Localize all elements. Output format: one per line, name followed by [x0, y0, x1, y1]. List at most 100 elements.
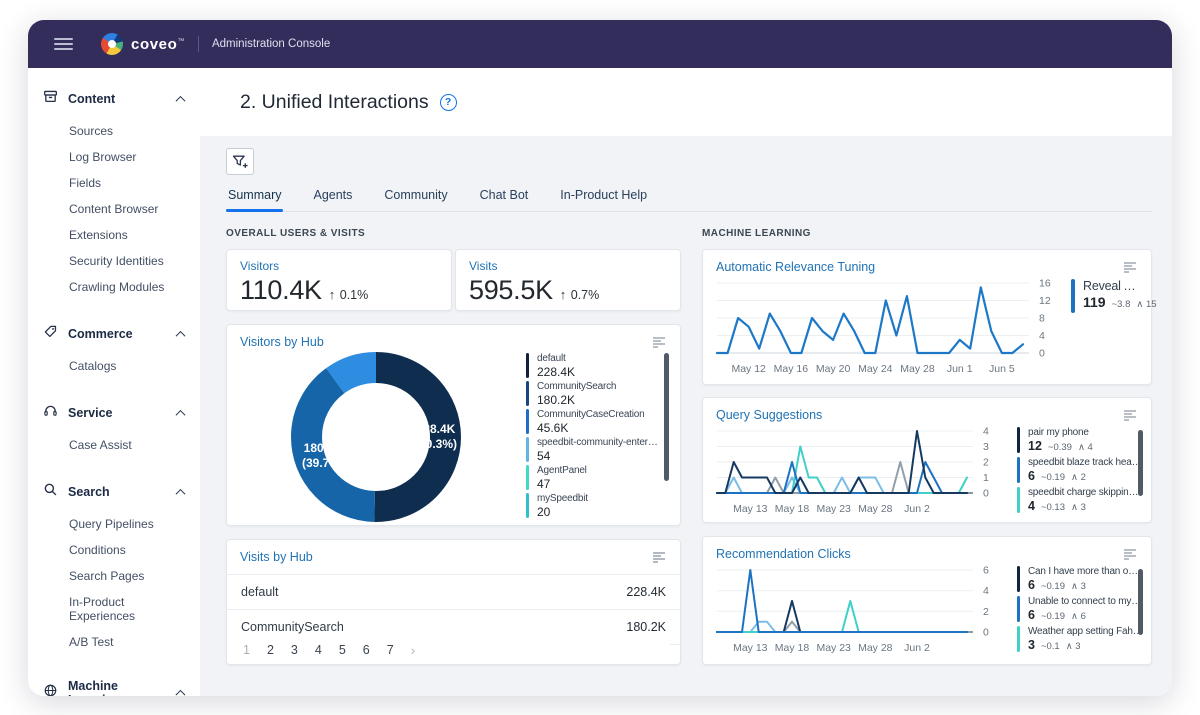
pagination-page-1[interactable]: 1	[243, 643, 250, 657]
query-suggestions-panel: Query Suggestions 4 3 2 1 0 May 13 May 18 May 2…	[702, 397, 1152, 523]
add-filter-button[interactable]	[226, 148, 254, 175]
hamburger-menu-icon[interactable]	[52, 34, 75, 54]
stat-value-row: 110.4K ↑ 0.1%	[240, 275, 438, 306]
panel-export-button[interactable]	[1122, 260, 1138, 275]
export-icon	[653, 337, 665, 348]
legend-name: Reveal ART	[1083, 279, 1143, 293]
help-icon[interactable]: ?	[439, 93, 457, 111]
stat-value: 110.4K	[240, 275, 322, 305]
recommendation-clicks-panel: Recommendation Clicks 6 4 2 0 May 13 May 18 Ma…	[702, 536, 1152, 665]
svg-text:Jun 5: Jun 5	[989, 363, 1015, 375]
legend-peak: ∧ 3	[1071, 581, 1086, 592]
legend-texts: default 228.4K	[537, 353, 575, 379]
legend-scrollbar[interactable]	[664, 353, 669, 481]
panel-title: Recommendation Clicks	[716, 547, 851, 561]
sidebar-item-a-b-test[interactable]: A/B Test	[28, 629, 200, 655]
stat-delta: ↑ 0.1%	[328, 287, 369, 302]
machine-learning-icon	[43, 683, 58, 696]
sidebar-item-fields[interactable]: Fields	[28, 170, 200, 196]
sidebar-item-content-browser[interactable]: Content Browser	[28, 196, 200, 222]
legend-name: Unable to connect to my iPhone	[1028, 596, 1143, 607]
sidebar-item-search-pages[interactable]: Search Pages	[28, 563, 200, 589]
legend-value: 4	[1028, 499, 1035, 513]
legend-item-speedbit-charge-skipping-floors: speedbit charge skipping floors4 ~0.13 ∧ 3	[1017, 487, 1143, 513]
legend-texts: Unable to connect to my iPhone6 ~0.19 ∧ 6	[1028, 596, 1143, 622]
sidebar-section-search[interactable]: Search	[28, 473, 200, 511]
panel-export-button[interactable]	[651, 335, 667, 350]
svg-text:May 16: May 16	[774, 363, 809, 375]
donut-slice-label: 228.4K (50.3%)	[414, 422, 458, 451]
section-label-overall: OVERALL USERS & VISITS	[226, 228, 366, 239]
sidebar-item-conditions[interactable]: Conditions	[28, 537, 200, 563]
panel-export-button[interactable]	[1122, 408, 1138, 423]
tab-summary[interactable]: Summary	[226, 188, 284, 212]
chevron-up-icon	[175, 689, 186, 696]
legend-item-unable-to-connect-to-my-iphone: Unable to connect to my iPhone6 ~0.19 ∧ 6	[1017, 596, 1143, 622]
legend-name: Can I have more than one device…	[1028, 566, 1143, 577]
sidebar-section-content[interactable]: Content	[28, 80, 200, 118]
panel-export-button[interactable]	[1122, 547, 1138, 562]
legend-stats: 119 ~3.8 ∧ 15	[1083, 294, 1157, 310]
legend-average: ~0.1	[1040, 641, 1060, 652]
svg-text:May 18: May 18	[775, 642, 810, 654]
legend-average: ~0.19	[1040, 581, 1065, 592]
svg-text:16: 16	[1039, 278, 1051, 290]
legend-value: 3	[1028, 638, 1035, 652]
sidebar-item-security-identities[interactable]: Security Identities	[28, 248, 200, 274]
pagination-page-7[interactable]: 7	[387, 643, 394, 657]
legend-item-communitysearch: CommunitySearch 180.2K	[526, 381, 662, 407]
tab-in-product-help[interactable]: In-Product Help	[558, 188, 649, 211]
svg-text:2: 2	[983, 606, 989, 618]
sidebar-section-label: Search	[68, 485, 110, 499]
table-row-default[interactable]: default 228.4K	[227, 574, 680, 609]
commerce-icon	[43, 324, 58, 344]
sidebar-item-case-assist[interactable]: Case Assist	[28, 432, 200, 458]
sidebar-item-log-browser[interactable]: Log Browser	[28, 144, 200, 170]
sidebar-item-crawling-modules[interactable]: Crawling Modules	[28, 274, 200, 300]
legend-name: speedbit blaze track heart rate	[1028, 457, 1143, 468]
pagination-page-3[interactable]: 3	[291, 643, 298, 657]
sidebar-section-machine-learning[interactable]: Machine Learning	[28, 670, 200, 696]
sidebar-section-commerce[interactable]: Commerce	[28, 315, 200, 353]
tab-community[interactable]: Community	[382, 188, 449, 211]
legend-texts: CommunitySearch 180.2K	[537, 381, 616, 407]
art-legend: Reveal ART 119 ~3.8 ∧ 15	[1071, 275, 1157, 379]
brand-name: coveo™	[131, 35, 185, 53]
legend-value: 54	[537, 449, 551, 463]
sidebar-item-in-product-experiences[interactable]: In-Product Experiences	[28, 589, 200, 629]
pagination-page-2[interactable]: 2	[267, 643, 274, 657]
panel-export-button[interactable]	[651, 550, 667, 565]
sidebar-item-sources[interactable]: Sources	[28, 118, 200, 144]
svg-text:May 28: May 28	[900, 363, 935, 375]
svg-text:May 23: May 23	[816, 503, 851, 515]
pagination-page-6[interactable]: 6	[363, 643, 370, 657]
legend-scrollbar[interactable]	[1138, 430, 1143, 496]
svg-text:May 28: May 28	[858, 503, 893, 515]
pagination-page-4[interactable]: 4	[315, 643, 322, 657]
svg-text:May 18: May 18	[775, 503, 810, 515]
sidebar-item-extensions[interactable]: Extensions	[28, 222, 200, 248]
sidebar-item-catalogs[interactable]: Catalogs	[28, 353, 200, 379]
tab-agents[interactable]: Agents	[311, 188, 354, 211]
svg-text:4: 4	[983, 426, 989, 438]
pagination-page-5[interactable]: 5	[339, 643, 346, 657]
legend-scrollbar[interactable]	[1138, 569, 1143, 635]
sidebar-item-query-pipelines[interactable]: Query Pipelines	[28, 511, 200, 537]
svg-text:0: 0	[983, 627, 989, 639]
table-cell-visits: 180.2K	[626, 620, 666, 634]
legend-peak: ∧ 6	[1071, 611, 1086, 622]
legend-value: 20	[537, 505, 551, 519]
donut-slice-label: 180.2K (39.7%)	[301, 441, 345, 470]
legend-value: 6	[1028, 608, 1035, 622]
next-page-icon[interactable]: ›	[411, 643, 416, 657]
topbar: coveo™ Administration Console	[28, 20, 1172, 68]
legend-value: 180.2K	[537, 393, 576, 407]
legend-item-can-i-have-more-than-one-device: Can I have more than one device…6 ~0.19 ∧ …	[1017, 566, 1143, 592]
sidebar-section-service[interactable]: Service	[28, 394, 200, 432]
legend-stats: 3 ~0.1 ∧ 3	[1028, 638, 1143, 652]
legend-color-bar	[526, 409, 529, 434]
app-window: coveo™ Administration Console Content Sou…	[28, 20, 1172, 696]
tab-chat-bot[interactable]: Chat Bot	[478, 188, 531, 211]
